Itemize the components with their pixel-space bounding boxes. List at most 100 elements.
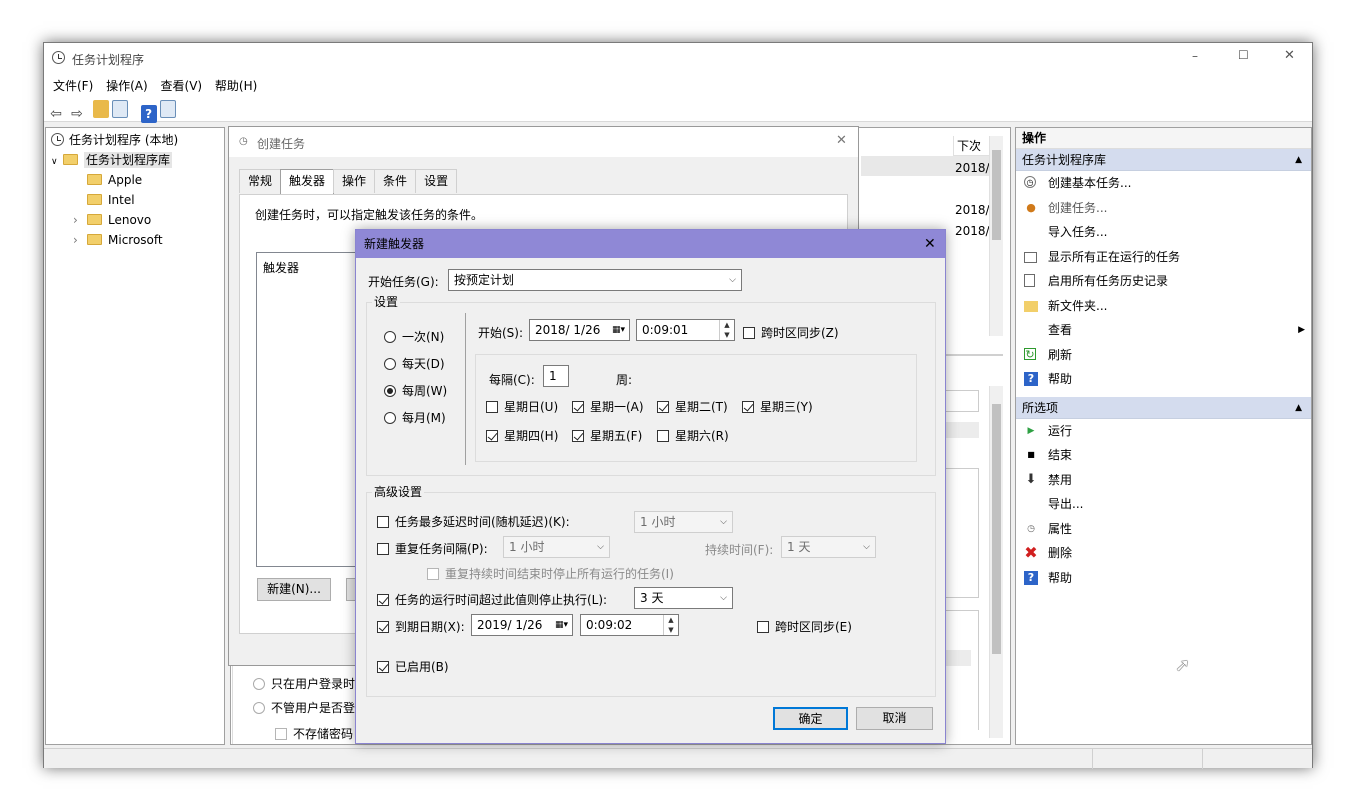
checkbox[interactable]: [427, 568, 439, 580]
task-row-next-run[interactable]: 2018/: [955, 161, 990, 175]
schedule-daily[interactable]: 每天(D): [384, 355, 445, 372]
action-help[interactable]: ? 帮助: [1016, 367, 1311, 392]
schedule-weekly[interactable]: 每周(W): [384, 382, 447, 399]
action-enable-history[interactable]: 启用所有任务历史记录: [1016, 269, 1311, 294]
begin-task-dropdown[interactable]: 按预定计划: [448, 269, 742, 291]
section-library[interactable]: 任务计划程序库: [1016, 149, 1311, 171]
tab-conditions[interactable]: 条件: [374, 169, 417, 193]
repeat-dropdown[interactable]: 1 小时: [503, 536, 610, 558]
recur-input[interactable]: 1: [543, 365, 569, 387]
folder-up-icon[interactable]: [92, 100, 109, 118]
checkbox[interactable]: [742, 401, 754, 413]
stop-if-option[interactable]: 任务的运行时间超过此值则停止执行(L):: [377, 591, 607, 608]
action-refresh[interactable]: ↻ 刷新: [1016, 343, 1311, 368]
tree-folder-lenovo[interactable]: › Lenovo: [51, 210, 224, 230]
enabled-option[interactable]: 已启用(B): [377, 658, 449, 675]
schedule-monthly[interactable]: 每月(M): [384, 409, 446, 426]
checkbox[interactable]: [486, 401, 498, 413]
calendar-icon[interactable]: ▦▾: [612, 320, 625, 340]
checkbox[interactable]: [572, 430, 584, 442]
close-icon[interactable]: ✕: [924, 230, 936, 258]
day-friday[interactable]: 星期五(F): [572, 427, 642, 444]
checkbox[interactable]: [572, 401, 584, 413]
action-run[interactable]: ▶ 运行: [1016, 419, 1311, 444]
checkbox[interactable]: [657, 430, 669, 442]
sync-timezone-option[interactable]: 跨时区同步(Z): [743, 324, 839, 341]
day-saturday[interactable]: 星期六(R): [657, 427, 729, 444]
stop-if-dropdown[interactable]: 3 天: [634, 587, 733, 609]
spinner-icon[interactable]: ▲ ▼: [663, 615, 678, 635]
run-logged-on-option[interactable]: 只在用户登录时: [253, 675, 355, 692]
show-action-pane-icon[interactable]: [159, 100, 176, 118]
menu-help[interactable]: 帮助(H): [206, 73, 257, 97]
tree-folder-microsoft[interactable]: › Microsoft: [51, 230, 224, 250]
close-button[interactable]: ✕: [1284, 48, 1295, 63]
expire-date-picker[interactable]: 2019/ 1/26 ▦▾: [471, 614, 573, 636]
close-icon[interactable]: ✕: [836, 133, 847, 148]
menu-view[interactable]: 查看(V): [152, 73, 203, 97]
action-create-task[interactable]: ● 创建任务...: [1016, 196, 1311, 221]
checkbox[interactable]: [275, 728, 287, 740]
checkbox[interactable]: [657, 401, 669, 413]
forward-arrow-icon[interactable]: ⇨: [68, 106, 86, 124]
expire-sync-option[interactable]: 跨时区同步(E): [757, 618, 852, 635]
start-time-field[interactable]: 0:09:01 ▲ ▼: [636, 319, 735, 341]
spinner-icon[interactable]: ▲ ▼: [719, 320, 734, 340]
help-icon[interactable]: ?: [140, 105, 157, 123]
tree-library[interactable]: ∨ 任务计划程序库: [51, 150, 224, 170]
run-whether-option[interactable]: 不管用户是否登: [253, 699, 355, 716]
delay-dropdown[interactable]: 1 小时: [634, 511, 733, 533]
task-list-scrollbar[interactable]: [989, 136, 1003, 336]
start-date-picker[interactable]: 2018/ 1/26 ▦▾: [529, 319, 630, 341]
checkbox[interactable]: [377, 516, 389, 528]
tab-actions[interactable]: 操作: [333, 169, 376, 193]
action-create-basic-task[interactable]: ◷ 创建基本任务...: [1016, 171, 1311, 196]
duration-dropdown[interactable]: 1 天: [781, 536, 876, 558]
detail-scrollbar[interactable]: [989, 386, 1003, 738]
section-selected-item[interactable]: 所选项: [1016, 396, 1311, 419]
day-tuesday[interactable]: 星期二(T): [657, 398, 728, 415]
checkbox[interactable]: [377, 661, 389, 673]
action-export[interactable]: 导出...: [1016, 492, 1311, 517]
no-store-password-option[interactable]: 不存储密码: [275, 725, 353, 742]
ok-button[interactable]: 确定: [773, 707, 848, 730]
task-row-next-run[interactable]: 2018/: [955, 203, 990, 217]
tree-folder-intel[interactable]: Intel: [51, 190, 224, 210]
checkbox[interactable]: [743, 327, 755, 339]
expire-time-field[interactable]: 0:09:02 ▲ ▼: [580, 614, 679, 636]
tree-root[interactable]: 任务计划程序 (本地): [51, 130, 224, 150]
column-header-next-run[interactable]: 下次运: [953, 136, 989, 173]
radio-button[interactable]: [384, 331, 396, 343]
radio-button[interactable]: [253, 702, 265, 714]
tab-settings[interactable]: 设置: [415, 169, 458, 193]
show-tree-icon[interactable]: [111, 100, 128, 118]
day-wednesday[interactable]: 星期三(Y): [742, 398, 813, 415]
radio-button[interactable]: [384, 358, 396, 370]
action-disable[interactable]: ⬇ 禁用: [1016, 468, 1311, 493]
tree-folder-apple[interactable]: Apple: [51, 170, 224, 190]
action-import-task[interactable]: 导入任务...: [1016, 220, 1311, 245]
delay-option[interactable]: 任务最多延迟时间(随机延迟)(K):: [377, 513, 570, 530]
action-properties[interactable]: ◷ 属性: [1016, 517, 1311, 542]
checkbox[interactable]: [377, 594, 389, 606]
checkbox[interactable]: [377, 543, 389, 555]
action-help-selected[interactable]: ? 帮助: [1016, 566, 1311, 591]
trigger-list[interactable]: 触发器: [256, 252, 366, 567]
scrollbar-thumb[interactable]: [992, 150, 1001, 240]
action-view[interactable]: 查看 ▶: [1016, 318, 1311, 343]
repeat-option[interactable]: 重复任务间隔(P):: [377, 540, 488, 557]
day-thursday[interactable]: 星期四(H): [486, 427, 558, 444]
action-show-running[interactable]: 显示所有正在运行的任务: [1016, 245, 1311, 270]
day-monday[interactable]: 星期一(A): [572, 398, 644, 415]
calendar-icon[interactable]: ▦▾: [555, 615, 568, 635]
action-new-folder[interactable]: 新文件夹...: [1016, 294, 1311, 319]
tab-general[interactable]: 常规: [239, 169, 282, 193]
action-delete[interactable]: ✖ 删除: [1016, 541, 1311, 566]
schedule-once[interactable]: 一次(N): [384, 328, 444, 345]
menu-file[interactable]: 文件(F): [44, 73, 93, 97]
scrollbar-thumb[interactable]: [992, 404, 1001, 654]
checkbox[interactable]: [486, 430, 498, 442]
radio-button[interactable]: [384, 385, 396, 397]
maximize-button[interactable]: ☐: [1238, 48, 1249, 62]
minimize-button[interactable]: –: [1192, 49, 1198, 63]
